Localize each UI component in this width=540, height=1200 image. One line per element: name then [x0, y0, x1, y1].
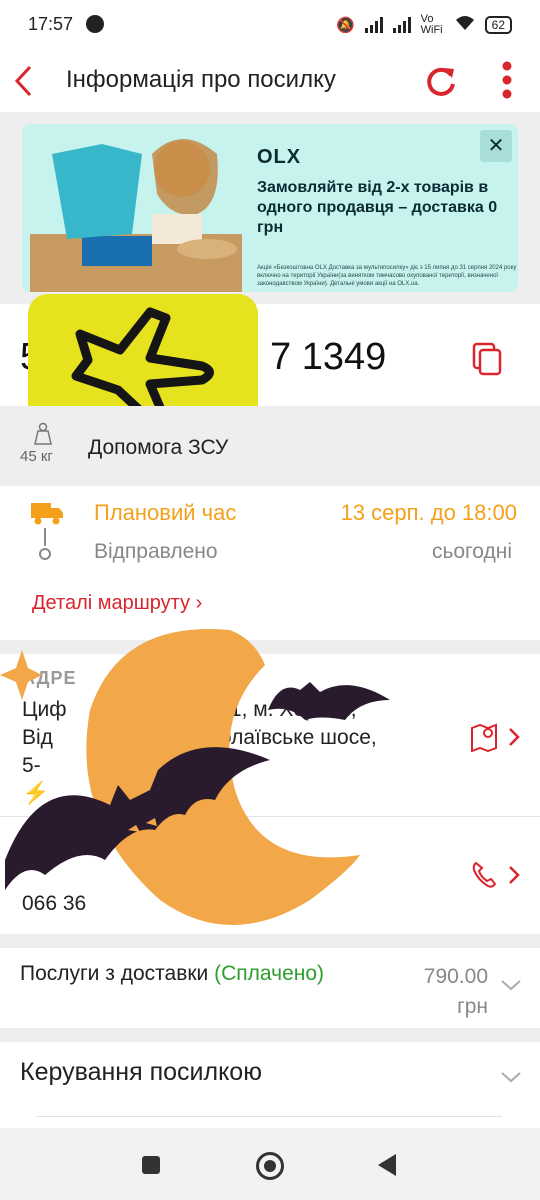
more-menu-button[interactable] — [500, 60, 514, 100]
triangle-back-icon — [378, 1154, 396, 1176]
home-button[interactable] — [256, 1152, 284, 1180]
management-chevron-icon[interactable] — [500, 1070, 522, 1089]
section-divider-3 — [0, 1028, 540, 1042]
truck-icon — [30, 500, 64, 531]
promo-headline: Замовляйте від 2-х товарів в одного прод… — [257, 179, 498, 236]
phone-icon — [472, 861, 520, 888]
price-value: 790.00 — [423, 965, 488, 988]
wifi-icon — [455, 15, 475, 35]
halloween-sticker — [0, 629, 390, 925]
refresh-icon — [427, 67, 455, 96]
planned-time-value: 13 серп. до 18:00 — [340, 500, 517, 525]
management-divider — [36, 1116, 502, 1117]
map-button[interactable] — [470, 722, 526, 757]
copy-button[interactable] — [470, 340, 504, 381]
copy-icon — [472, 342, 502, 376]
parcel-description: Допомога ЗСУ — [88, 436, 229, 459]
system-nav-bar — [0, 1128, 540, 1200]
banner-close-button[interactable]: ✕ — [480, 130, 512, 162]
parcel-management-title[interactable]: Керування посилкою — [20, 1058, 262, 1087]
more-vert-icon — [502, 61, 512, 99]
timeline-dot — [39, 548, 51, 560]
planned-time-label: Плановий час — [94, 500, 237, 525]
paid-status: (Сплачено) — [214, 962, 325, 985]
recents-button[interactable] — [142, 1156, 160, 1174]
delivery-services[interactable]: Послуги з доставки (Сплачено) — [20, 962, 324, 986]
price-currency: грн — [457, 995, 488, 1018]
chevron-left-icon — [14, 65, 32, 97]
signal-icon — [364, 17, 383, 33]
back-button[interactable] — [12, 64, 36, 103]
status-time: 17:57 — [28, 14, 74, 34]
messenger-icon — [86, 15, 104, 33]
call-button[interactable] — [470, 860, 526, 895]
status-bar: 17:57 🔕 Vo WiFi 62 — [0, 0, 540, 50]
tracking-number-end: 7 1349 — [270, 336, 387, 378]
chevron-right-icon: › — [195, 592, 203, 614]
weight-icon — [30, 422, 56, 451]
chevron-down-icon[interactable] — [500, 978, 522, 997]
services-price: 790.00 грн — [424, 962, 488, 1022]
route-details-link[interactable]: Деталі маршруту › — [32, 592, 202, 615]
sent-label: Відправлено — [94, 540, 218, 563]
mute-icon: 🔕 — [335, 17, 355, 34]
parcel-weight: 45 кг — [20, 448, 53, 465]
refresh-button[interactable] — [424, 64, 458, 103]
airplane-icon — [71, 307, 214, 420]
promo-banner[interactable]: OLX Замовляйте від 2-х товарів в одного … — [22, 124, 518, 292]
battery-icon: 62 — [484, 16, 512, 34]
map-icon — [471, 723, 520, 753]
olx-logo: OLX — [257, 146, 302, 168]
app-header: Інформація про посилку — [0, 50, 540, 112]
status-icons: 🔕 Vo WiFi 62 — [336, 14, 512, 36]
home-dot-icon — [264, 1160, 276, 1172]
promo-fine-print: Акція «Безкоштовна OLX Доставка за мульт… — [257, 265, 517, 287]
signal-icon-2 — [392, 17, 411, 33]
sent-value: сьогодні — [431, 540, 512, 563]
vowifi-label: Vo WiFi — [420, 13, 443, 36]
promo-illustration — [30, 139, 242, 292]
route-details-label: Деталі маршруту — [32, 592, 191, 614]
section-divider-2 — [0, 934, 540, 948]
parcel-info-section — [0, 406, 540, 486]
page-title: Інформація про посилку — [66, 66, 336, 93]
back-nav-button[interactable] — [376, 1152, 398, 1183]
timeline-line — [44, 528, 46, 546]
services-label: Послуги з доставки — [20, 962, 209, 985]
